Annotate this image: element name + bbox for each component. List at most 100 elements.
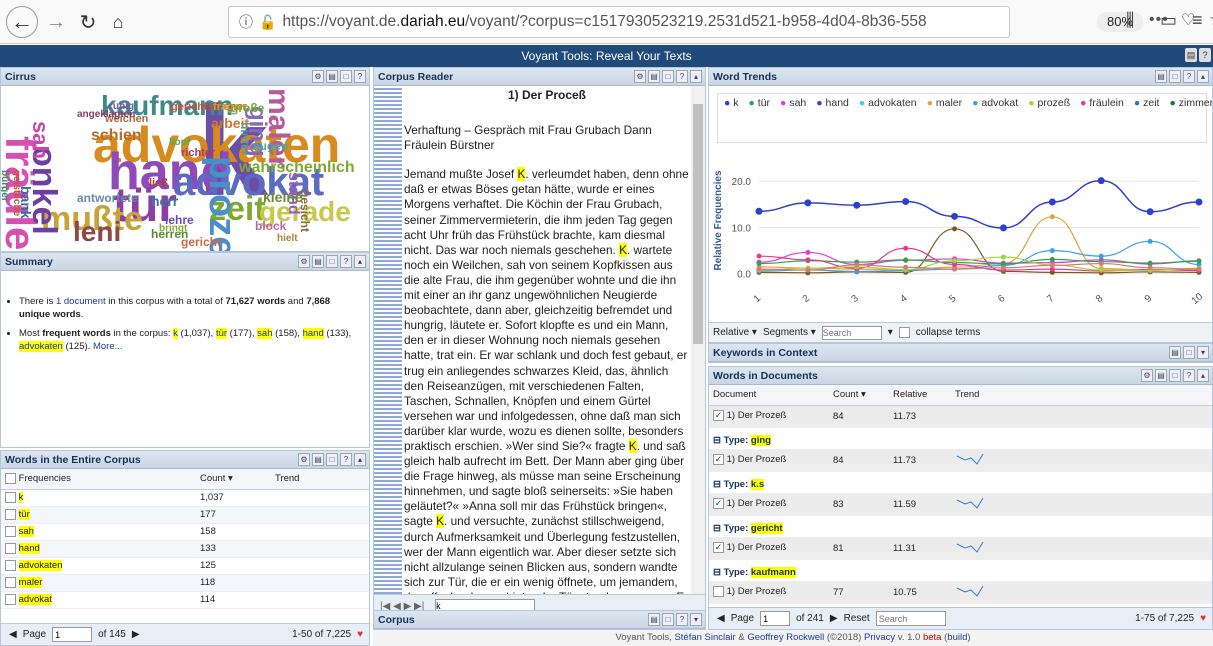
maximize-icon[interactable]: □ [662,70,674,83]
table-row[interactable]: sah 158 [1,523,369,541]
collapse-icon[interactable]: ▴ [354,255,366,268]
group-header[interactable]: ⊟ Type: k.s [709,471,1212,494]
term-cell[interactable]: k [1,489,196,507]
document-link[interactable]: 1 document [56,296,106,307]
relative-button[interactable]: Relative ▾ [713,327,757,338]
col-count[interactable]: Count ▾ [829,385,889,406]
wid-search-input[interactable] [875,611,946,626]
legend-item[interactable]: ● maler [927,97,968,109]
beta-link[interactable]: beta [923,632,942,643]
row-checkbox[interactable]: ✓ [713,454,724,466]
back-arrow-icon[interactable]: ← [6,6,38,38]
cloud-word[interactable]: bürger [1,170,10,202]
help-icon[interactable]: ? [1183,369,1195,382]
collapse-icon[interactable]: ▴ [690,70,702,83]
sinclair-link[interactable]: Stéfan Sinclair [674,632,735,643]
cloud-word[interactable]: angeklagten [77,110,135,120]
group-header[interactable]: ⊟ Type: gericht [709,515,1212,538]
window-icon[interactable]: ▤ [312,453,324,466]
group-header[interactable]: ⊟ Type: ging [709,427,1212,450]
cloud-word[interactable]: augen [253,140,288,152]
kwic-header[interactable]: Keywords in Context ▤ □ ▾ [709,344,1212,362]
cloud-word[interactable]: kopf [169,138,190,148]
maximize-icon[interactable]: □ [340,70,352,83]
data-point[interactable] [902,198,910,206]
dropdown-icon[interactable]: ▾ [888,327,893,338]
keyword-highlight[interactable]: K [619,242,627,257]
trends-search-input[interactable] [821,325,882,340]
data-point[interactable] [952,266,958,272]
row-checkbox[interactable] [5,491,16,503]
gear-icon[interactable]: ⚙ [298,255,310,268]
sidebar-icon[interactable]: ▭ [1160,10,1177,31]
term-cell[interactable]: sah [1,523,196,541]
help-icon[interactable]: ? [676,613,688,626]
table-row[interactable]: advokaten 125 [1,557,369,575]
cloud-word[interactable]: bringt [159,224,187,234]
legend-item[interactable]: ● hand [816,97,854,109]
maximize-icon[interactable]: □ [1169,70,1181,83]
bookmark-star-icon[interactable]: ☆ [1209,10,1213,30]
favorite-heart-icon[interactable]: ♥ [357,629,363,640]
collapse-icon[interactable]: ▴ [354,453,366,466]
cloud-word[interactable]: leni [73,218,121,246]
data-point[interactable] [1049,262,1055,268]
table-row[interactable]: k 1,037 [1,489,369,507]
maximize-icon[interactable]: □ [326,255,338,268]
url-bar[interactable]: ⓘ 🔓 https://voyant.de.dariah.eu/voyant/?… [228,6,1213,38]
table-row[interactable]: maler 118 [1,574,369,592]
help-icon[interactable]: ? [676,70,688,83]
cloud-word[interactable]: sah [28,121,53,159]
window-icon[interactable]: ▤ [1155,369,1167,382]
legend-item[interactable]: ● prozeß [1028,97,1075,109]
corpus-header[interactable]: Corpus ▤ □? ▾ [374,611,705,629]
data-point[interactable] [951,212,959,220]
data-point[interactable] [1147,238,1153,244]
maximize-icon[interactable]: □ [1169,369,1181,382]
help-icon[interactable]: ? [340,255,352,268]
legend-item[interactable]: ● advokaten [859,97,922,109]
more-link[interactable]: More... [93,341,123,352]
row-checkbox[interactable] [5,508,16,520]
prev-page-icon[interactable]: ◀ [717,613,725,624]
prev-page-icon[interactable]: ◀ [9,629,17,640]
col-relative[interactable]: Relative [889,385,951,406]
row-checkbox[interactable] [5,559,16,571]
term-cell[interactable]: advokat [1,591,196,609]
data-point[interactable] [1098,267,1104,273]
data-point[interactable] [854,262,860,268]
cloud-word[interactable]: schien [91,128,142,144]
window-icon[interactable]: ▤ [326,70,338,83]
data-point[interactable] [903,245,909,251]
term-link[interactable]: hand [302,328,324,339]
data-point[interactable] [805,249,811,255]
data-point[interactable] [903,257,909,263]
window-icon[interactable]: ▤ [648,613,660,626]
data-point[interactable] [755,207,763,215]
data-point[interactable] [1196,266,1202,272]
next-page-icon[interactable]: ▶ [132,629,140,640]
cloud-word[interactable]: hinter [238,122,252,155]
data-point[interactable] [1195,198,1203,206]
menu-icon[interactable]: ≡ [1192,10,1203,31]
term-cell[interactable]: hand [1,540,196,558]
legend-item[interactable]: ● fräulein [1080,97,1129,109]
col-document[interactable]: Document [709,385,829,406]
keyword-highlight[interactable]: K [436,514,445,529]
window-icon[interactable]: ▤ [1169,346,1181,359]
home-icon[interactable]: ⌂ [106,9,130,35]
cloud-word[interactable]: richter [181,148,215,159]
data-point[interactable] [756,266,762,272]
data-point[interactable] [1097,177,1105,185]
gear-icon[interactable]: ⚙ [312,70,324,83]
select-all-checkbox[interactable] [5,473,16,485]
term-link[interactable]: advokaten [19,341,63,352]
gear-icon[interactable]: ⚙ [298,453,310,466]
keyword-highlight[interactable]: K [628,438,637,453]
row-checkbox[interactable]: ✓ [713,498,724,510]
cloud-word[interactable]: hielt [277,234,298,244]
row-checkbox[interactable] [5,593,16,605]
data-point[interactable] [804,199,812,207]
export-icon[interactable]: ▤ [1185,48,1197,62]
data-point[interactable] [999,224,1007,232]
